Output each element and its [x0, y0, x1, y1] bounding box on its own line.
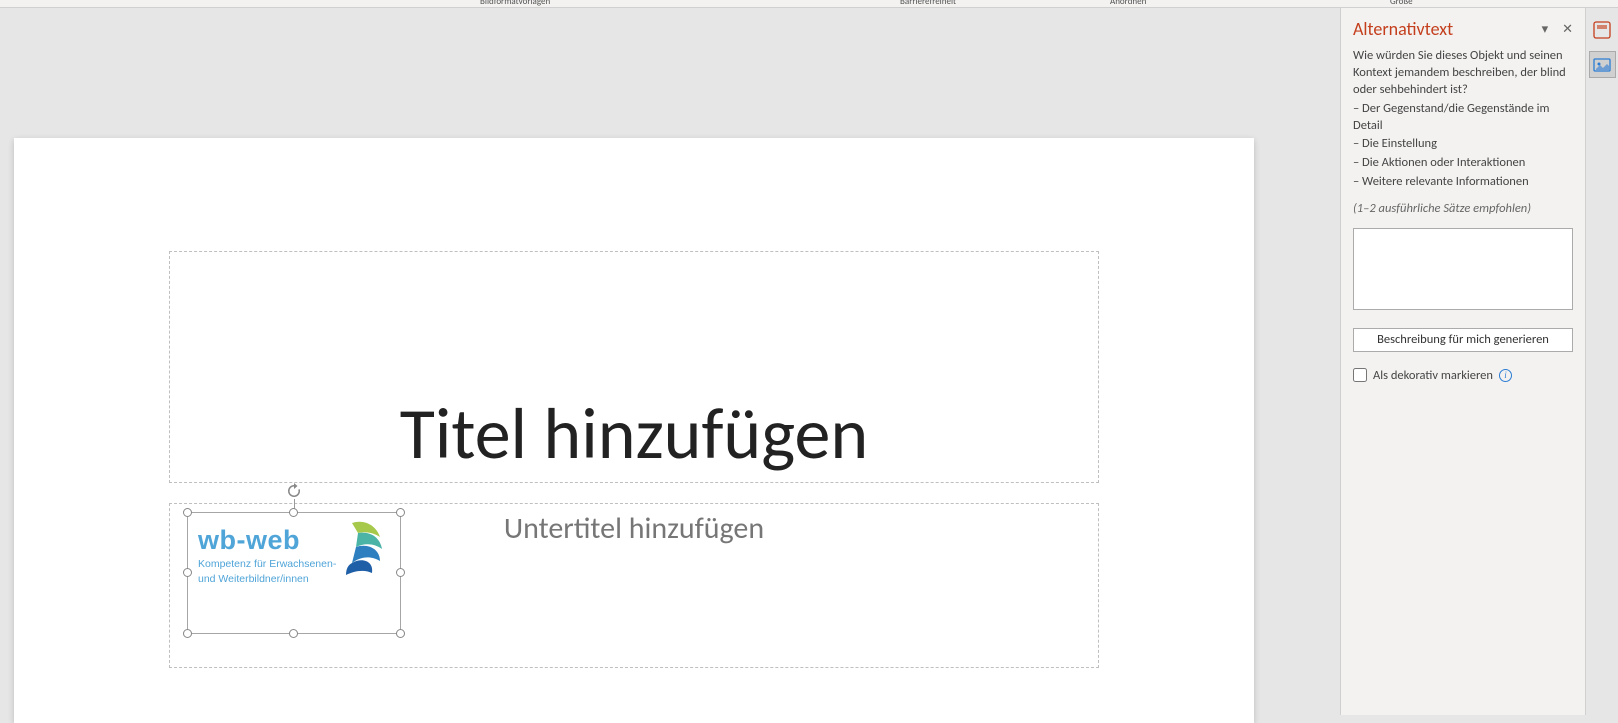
ribbon-group-4: Größe — [1390, 0, 1413, 7]
title-placeholder-text: Titel hinzufügen — [400, 390, 868, 478]
pane-title: Alternativtext — [1353, 18, 1453, 40]
slide-editor-area: Titel hinzufügen Untertitel hinzufügen — [0, 8, 1285, 715]
slide-canvas[interactable]: Titel hinzufügen Untertitel hinzufügen — [14, 138, 1254, 723]
decorative-checkbox[interactable] — [1353, 368, 1367, 382]
pane-hint: (1–2 ausführliche Sätze empfohlen) — [1353, 201, 1573, 218]
selected-image[interactable]: wb-web Kompetenz für Erwachsenen- und We… — [187, 512, 401, 634]
decorative-checkbox-row[interactable]: Als dekorativ markieren i — [1353, 368, 1573, 383]
ribbon-group-labels: Bildformatvorlagen Barrierefreiheit Anor… — [0, 0, 1618, 8]
ribbon-group-3: Anordnen — [1110, 0, 1146, 7]
alt-text-pane: Alternativtext ▾ ✕ Wie würden Sie dieses… — [1340, 8, 1585, 715]
subtitle-placeholder-text: Untertitel hinzufügen — [504, 510, 764, 547]
close-icon[interactable]: ✕ — [1562, 22, 1573, 37]
pane-bullet-1: – Der Gegenstand/die Gegenstände im Deta… — [1353, 101, 1573, 135]
alt-text-rail-icon[interactable] — [1589, 51, 1616, 78]
logo-swirl-icon — [324, 519, 392, 579]
ribbon-group-2: Barrierefreiheit — [900, 0, 956, 7]
logo-image-content: wb-web Kompetenz für Erwachsenen- und We… — [188, 513, 400, 633]
generate-description-button[interactable]: Beschreibung für mich generieren — [1353, 328, 1573, 352]
ribbon-group-1: Bildformatvorlagen — [480, 0, 550, 7]
rail-button-1[interactable] — [1589, 16, 1616, 43]
title-placeholder[interactable]: Titel hinzufügen — [169, 251, 1099, 483]
pane-bullet-3: – Die Aktionen oder Interaktionen — [1353, 155, 1573, 172]
alt-text-input[interactable] — [1353, 228, 1573, 310]
decorative-label: Als dekorativ markieren — [1373, 368, 1493, 383]
pane-bullet-2: – Die Einstellung — [1353, 136, 1573, 153]
pane-bullet-4: – Weitere relevante Informationen — [1353, 174, 1573, 191]
pane-intro: Wie würden Sie dieses Objekt und seinen … — [1353, 48, 1573, 99]
pane-options-icon[interactable]: ▾ — [1542, 22, 1549, 37]
right-tool-rail — [1585, 8, 1618, 715]
info-icon[interactable]: i — [1499, 369, 1512, 382]
rotate-handle-icon[interactable] — [286, 483, 302, 499]
